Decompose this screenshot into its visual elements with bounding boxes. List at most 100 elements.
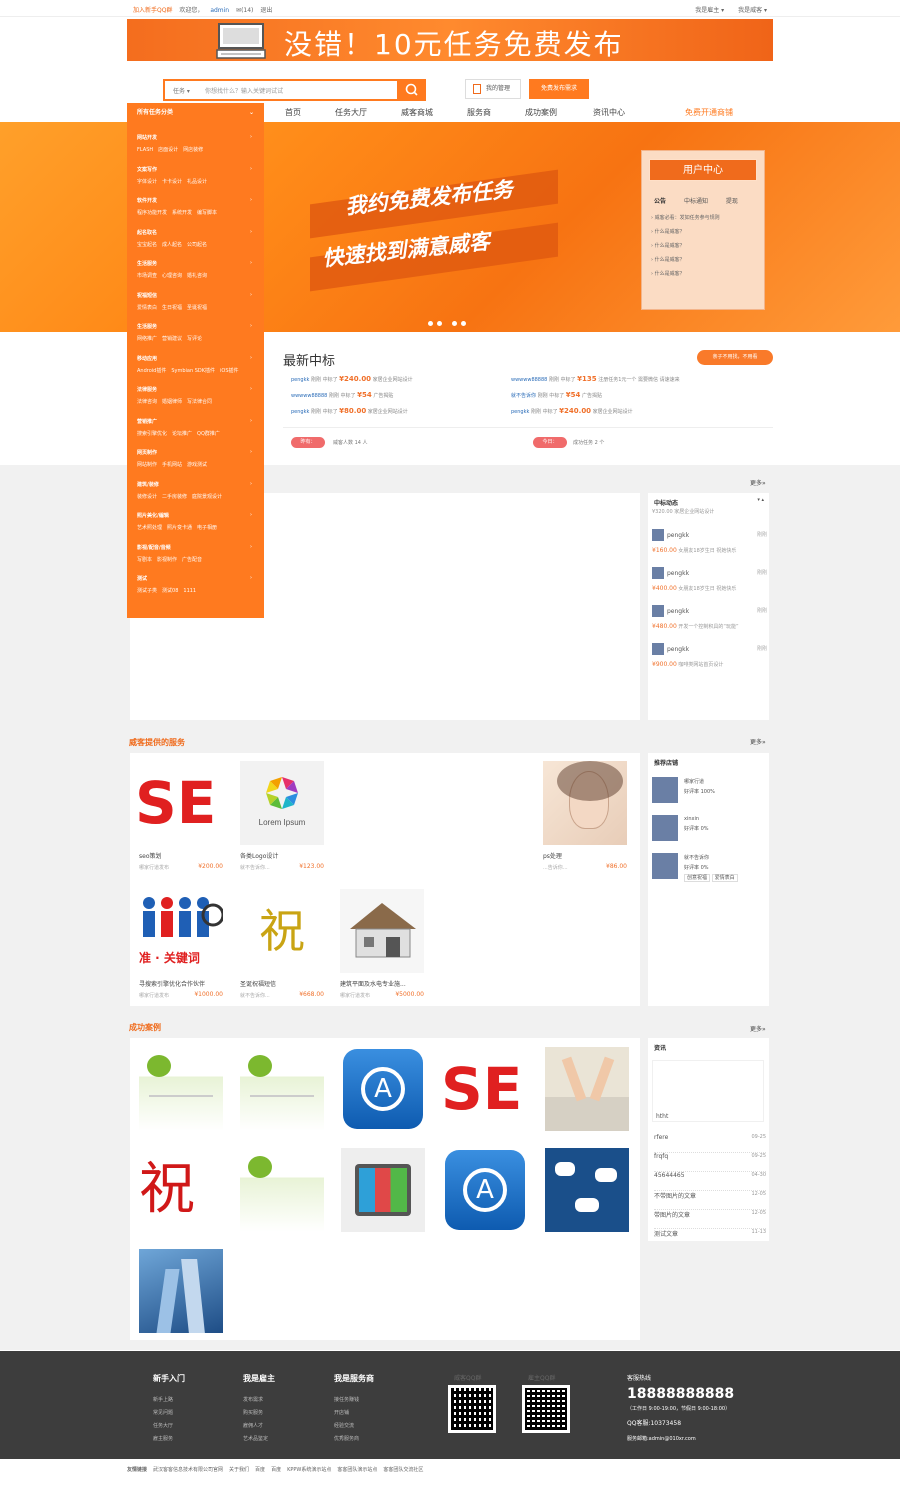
category-group[interactable]: 网页制作 › 网站制作 手机网站 游戏测试 bbox=[137, 449, 257, 468]
subcategory-link[interactable]: 成人起名 bbox=[162, 242, 182, 248]
shop-tag[interactable]: 爱情表白 bbox=[711, 874, 738, 882]
category-group[interactable]: 测试 › 测试子类 测试08 1111 bbox=[137, 575, 257, 594]
subcategory-link[interactable]: QQ群推广 bbox=[197, 431, 220, 437]
search-button[interactable] bbox=[398, 79, 426, 101]
footer-link[interactable]: 优秀服务商 bbox=[334, 1433, 374, 1446]
footer-link[interactable]: 开店铺 bbox=[334, 1407, 374, 1420]
news-item[interactable]: frqfq 09-25 bbox=[654, 1153, 766, 1172]
subcategory-link[interactable]: 生日祝福 bbox=[162, 305, 182, 311]
messages-link[interactable]: ✉(14) bbox=[236, 7, 253, 14]
latest-wins-more-button[interactable]: 亲子不用找，不用看 bbox=[697, 350, 773, 365]
subcategory-link[interactable]: 测试子类 bbox=[137, 588, 157, 594]
category-group[interactable]: 生活服务 › 市场调查 心理咨询 婚礼咨询 bbox=[137, 260, 257, 279]
friend-link[interactable]: 武汉客客信息技术有限公司官网 bbox=[153, 1467, 223, 1473]
search-box[interactable]: 任务 ▾ 你想找什么？输入关键词试试 bbox=[163, 79, 399, 101]
subcategory-link[interactable]: 游戏测试 bbox=[187, 462, 207, 468]
more-link[interactable]: 更多» bbox=[750, 478, 766, 487]
subcategory-link[interactable]: 心理咨询 bbox=[162, 273, 182, 279]
win-row[interactable]: pengkk 刚刚 中标了 ¥80.00 家居企业网站设计 bbox=[291, 407, 408, 415]
subcategory-link[interactable]: 电子相册 bbox=[197, 525, 217, 531]
slider-dots[interactable] bbox=[428, 321, 470, 328]
subcategory-link[interactable]: 市场调查 bbox=[137, 273, 157, 279]
footer-link[interactable]: 购买服务 bbox=[243, 1407, 275, 1420]
service-card[interactable] bbox=[440, 761, 528, 851]
feed-item[interactable]: pengkk 刚刚 ¥160.00 女朋友18岁生日 祝她快乐 bbox=[652, 529, 772, 554]
user-center-title[interactable]: 用户中心 bbox=[649, 159, 757, 181]
subcategory-link[interactable]: 测试08 bbox=[162, 588, 178, 594]
notice-item[interactable]: › 什么是威客？ bbox=[651, 267, 720, 281]
more-link[interactable]: 更多» bbox=[750, 1024, 766, 1033]
subcategory-link[interactable]: 营销建议 bbox=[162, 336, 182, 342]
feed-item[interactable]: pengkk 刚刚 ¥400.00 女朋友18岁生日 祝她快乐 bbox=[652, 567, 772, 592]
shop-item[interactable]: 就不告诉你 好评率 0% 创意祝福 爱情表白 bbox=[652, 853, 764, 882]
subcategory-link[interactable]: 卡卡设计 bbox=[162, 179, 182, 185]
feed-item[interactable]: pengkk 刚刚 ¥900.00 咖啡类网站首页设计 bbox=[652, 643, 772, 668]
subcategory-link[interactable]: 搜索引擎优化 bbox=[137, 431, 167, 437]
category-title[interactable]: 网页制作 bbox=[137, 449, 257, 456]
footer-link[interactable]: 雇佣人才 bbox=[243, 1420, 275, 1433]
category-title[interactable]: 法律服务 bbox=[137, 386, 257, 393]
news-item[interactable]: 测试文章 11-13 bbox=[654, 1229, 766, 1248]
notice-item[interactable]: › 什么是威客？ bbox=[651, 253, 720, 267]
subcategory-link[interactable]: 照片变卡通 bbox=[167, 525, 192, 531]
all-categories-toggle[interactable]: 所有任务分类 ⌄ bbox=[127, 103, 264, 122]
category-group[interactable]: 起名取名 › 宝宝起名 成人起名 公司起名 bbox=[137, 229, 257, 248]
case-thumbnail[interactable] bbox=[139, 1249, 223, 1333]
win-row[interactable]: pengkk 刚刚 中标了 ¥240.00 家居企业网站设计 bbox=[291, 375, 413, 383]
category-title[interactable]: 建筑/装修 bbox=[137, 481, 257, 488]
notice-item[interactable]: › 什么是威客？ bbox=[651, 239, 720, 253]
notice-item[interactable]: › 什么是威客？ bbox=[651, 225, 720, 239]
subcategory-link[interactable]: 艺术照处理 bbox=[137, 525, 162, 531]
category-group[interactable]: 移动应用 › Android插件 Symbian SDK插件 iOS插件 bbox=[137, 355, 257, 374]
tab-notice[interactable]: 公告 bbox=[654, 198, 666, 205]
subcategory-link[interactable]: 程序功能开发 bbox=[137, 210, 167, 216]
case-thumbnail[interactable]: 祝 bbox=[139, 1148, 223, 1232]
publish-demand-button[interactable]: 免费发布需求 bbox=[529, 79, 589, 99]
case-thumbnail[interactable] bbox=[240, 1047, 324, 1131]
win-row[interactable]: 就不告诉你 刚刚 中标了 ¥54 广告揭贴 bbox=[511, 391, 602, 399]
subcategory-link[interactable]: 1111 bbox=[183, 588, 196, 594]
subcategory-link[interactable]: 爱情表白 bbox=[137, 305, 157, 311]
service-card[interactable]: 建筑平面及水电专业施... 哪家行道发布 ¥5000.00 bbox=[340, 889, 428, 999]
friend-link[interactable]: 关于我们 bbox=[229, 1467, 249, 1473]
category-group[interactable]: 文案写作 › 字体设计 卡卡设计 礼品设计 bbox=[137, 166, 257, 185]
nav-task-hall[interactable]: 任务大厅 bbox=[335, 107, 367, 118]
service-card[interactable]: SE seo策划 哪家行道发布 ¥200.00 bbox=[139, 761, 227, 871]
category-group[interactable]: 营销推广 › 搜索引擎优化 论坛推广 QQ群推广 bbox=[137, 418, 257, 437]
subcategory-link[interactable]: 公司起名 bbox=[187, 242, 207, 248]
open-shop-link[interactable]: 免费开通商铺 bbox=[685, 107, 733, 118]
subcategory-link[interactable]: 婚姻律师 bbox=[162, 399, 182, 405]
case-thumbnail[interactable] bbox=[139, 1047, 223, 1131]
footer-link[interactable]: 接任务赚钱 bbox=[334, 1394, 374, 1407]
friend-link[interactable]: 客客团队交流社区 bbox=[383, 1467, 423, 1473]
search-input[interactable]: 你想找什么？输入关键词试试 bbox=[205, 86, 283, 95]
promo-banner[interactable]: 没错！10元任务免费发布 福利 bbox=[127, 19, 773, 61]
subcategory-link[interactable]: 圣诞祝福 bbox=[187, 305, 207, 311]
category-group[interactable]: 照片美化/编辑 › 艺术照处理 照片变卡通 电子相册 bbox=[137, 512, 257, 531]
friend-link[interactable]: 百度 bbox=[255, 1467, 265, 1473]
footer-link[interactable]: 常见问题 bbox=[153, 1407, 185, 1420]
service-card[interactable]: Lorem Ipsum 各类Logo设计 就不告诉你... ¥123.00 bbox=[240, 761, 328, 871]
slider-dot[interactable] bbox=[452, 321, 457, 326]
category-group[interactable]: 法律服务 › 法律咨询 婚姻律师 写法律合同 bbox=[137, 386, 257, 405]
case-thumbnail[interactable]: A bbox=[443, 1148, 527, 1232]
subcategory-link[interactable]: 礼品设计 bbox=[187, 179, 207, 185]
friend-link[interactable]: 客客团队演示站点 bbox=[337, 1467, 377, 1473]
subcategory-link[interactable]: 宝宝起名 bbox=[137, 242, 157, 248]
subcategory-link[interactable]: 装修设计 bbox=[137, 494, 157, 500]
friend-link[interactable]: KPPW系统演示站点 bbox=[287, 1467, 331, 1473]
win-row[interactable]: wwwww88888 刚刚 中标了 ¥135 注册任务1元一个 需要微信 请速速… bbox=[511, 375, 680, 383]
footer-link[interactable]: 任务大厅 bbox=[153, 1420, 185, 1433]
category-title[interactable]: 网站开发 bbox=[137, 134, 257, 141]
category-group[interactable]: 建筑/装修 › 装修设计 二手房装修 庭院景观设计 bbox=[137, 481, 257, 500]
feed-scroll-buttons[interactable]: ▾ ▴ bbox=[757, 497, 764, 503]
tab-win-notice[interactable]: 中标通知 bbox=[684, 198, 708, 205]
subcategory-link[interactable]: 手机网站 bbox=[162, 462, 182, 468]
service-card[interactable]: 准 · 关键词 寻搜索引擎优化合作伙伴 哪家行道发布 ¥1000.00 bbox=[139, 889, 227, 999]
news-item[interactable]: 不带图片的文章 12-05 bbox=[654, 1191, 766, 1210]
service-card[interactable] bbox=[340, 761, 428, 851]
join-qq-group-link[interactable]: 加入新手QQ群 bbox=[133, 7, 172, 14]
employer-menu[interactable]: 我是雇主 ▾ bbox=[695, 7, 724, 14]
slider-dot[interactable] bbox=[428, 321, 433, 326]
footer-link[interactable]: 新手上路 bbox=[153, 1394, 185, 1407]
